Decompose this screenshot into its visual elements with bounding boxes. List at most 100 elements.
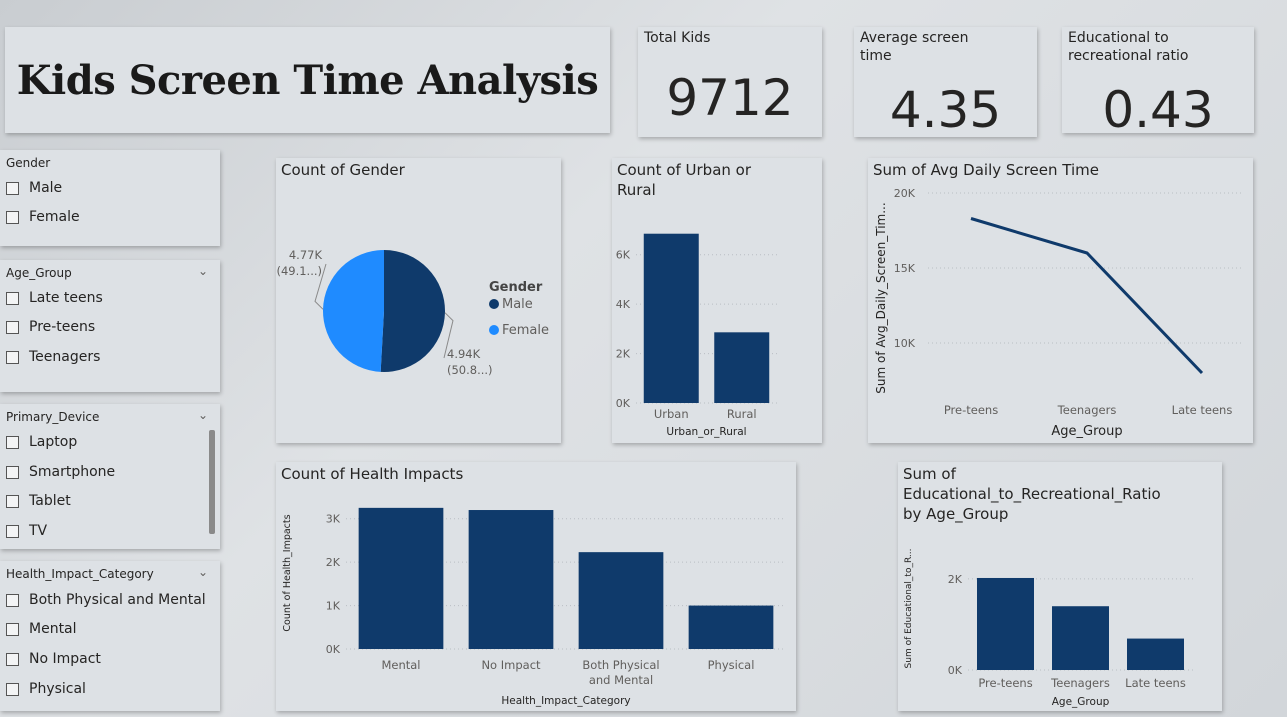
option-label: No Impact (29, 651, 101, 667)
bar (1127, 638, 1184, 670)
y-tick-label: 2K (948, 573, 963, 586)
legend-title: Gender (489, 280, 543, 295)
y-tick-label: 3K (326, 513, 341, 526)
health-impacts-bar-chart: 0K 1K 2K 3K Mental No Impact Both Physicaland … (282, 507, 786, 707)
x-tick-label: Physical (708, 658, 755, 672)
option-label: Tablet (29, 493, 71, 509)
slicer-title: Age_Group (6, 266, 72, 280)
data-label: (50.8...) (447, 363, 493, 377)
y-tick-label: 10K (894, 337, 916, 350)
bar (468, 510, 554, 649)
bar (714, 332, 770, 403)
edu-ratio-visual[interactable]: Sum of Educational_to_Recreational_Ratio… (898, 462, 1222, 711)
kpi-label: Total Kids (644, 30, 711, 46)
checkbox-icon[interactable] (6, 652, 19, 666)
checkbox-icon[interactable] (6, 622, 19, 636)
urban-rural-visual[interactable]: Count of Urban or Rural 0K 2K 4K 6K Urban Rur… (612, 158, 822, 443)
x-tick-label: Teenagers (1050, 676, 1110, 690)
option-label: TV (29, 523, 48, 539)
slicer-title: Gender (6, 156, 51, 170)
y-axis-label: Sum of Educational_to_R... (904, 549, 914, 669)
x-tick-label: Late teens (1172, 403, 1233, 417)
chevron-down-icon[interactable]: ⌄ (198, 264, 208, 278)
slicer-option-female[interactable]: Female (6, 209, 80, 225)
slicer-option-smartphone[interactable]: Smartphone (6, 464, 115, 480)
checkbox-icon[interactable] (6, 494, 19, 508)
slicer-option-male[interactable]: Male (6, 180, 62, 196)
bar (688, 605, 774, 649)
kpi-total-kids[interactable]: Total Kids 9712 (638, 27, 822, 137)
checkbox-icon[interactable] (6, 682, 19, 696)
slicer-age-group: Age_Group ⌄ Late teens Pre-teens Teenage… (0, 260, 220, 392)
health-impacts-visual[interactable]: Count of Health Impacts 0K 1K 2K 3K Mental No… (276, 462, 796, 711)
x-axis-label: Age_Group (1051, 424, 1122, 439)
slicer-option-late-teens[interactable]: Late teens (6, 290, 103, 306)
option-label: Physical (29, 681, 86, 697)
gender-pie-visual[interactable]: Count of Gender 4.94K (50.8...) 4.77K (49.1… (276, 158, 561, 443)
slicer-option-physical[interactable]: Physical (6, 681, 86, 697)
checkbox-icon[interactable] (6, 524, 19, 538)
chevron-down-icon[interactable]: ⌄ (198, 565, 208, 579)
kpi-average-screen-time[interactable]: Average screen time 4.35 (854, 27, 1037, 139)
checkbox-icon[interactable] (6, 465, 19, 479)
pie-slice (323, 250, 384, 372)
y-axis-label: Sum of Avg_Daily_Screen_Tim... (874, 202, 888, 393)
kpi-educational-ratio[interactable]: Educational to recreational ratio 0.43 (1062, 27, 1254, 139)
checkbox-icon[interactable] (6, 435, 19, 449)
option-label: Female (29, 209, 80, 225)
gender-pie-chart: 4.94K (50.8...) 4.77K (49.1...) Gender Male Fe… (276, 248, 549, 377)
slicer-option-pre-teens[interactable]: Pre-teens (6, 319, 95, 335)
checkbox-icon[interactable] (6, 291, 19, 305)
checkbox-icon[interactable] (6, 593, 19, 607)
y-tick-label: 2K (616, 348, 631, 361)
data-label: 4.77K (289, 248, 323, 262)
bar (358, 507, 444, 649)
x-tick-label: Pre-teens (978, 676, 1032, 690)
legend-label: Female (502, 323, 549, 338)
kpi-value: 4.35 (889, 81, 1002, 139)
option-label: Mental (29, 621, 77, 637)
x-tick-label: and Mental (589, 673, 653, 687)
x-axis-label: Health_Impact_Category (501, 695, 630, 707)
bar (643, 233, 699, 403)
x-axis-label: Urban_or_Rural (666, 426, 746, 438)
y-tick-label: 2K (326, 556, 341, 569)
x-tick-label: Mental (381, 658, 420, 672)
slicer-scrollbar[interactable] (209, 430, 215, 534)
y-tick-label: 6K (616, 249, 631, 262)
chevron-down-icon[interactable]: ⌄ (198, 408, 208, 422)
y-tick-label: 0K (616, 397, 631, 410)
kpi-label: Average screen time (860, 30, 969, 64)
slicer-option-no-impact[interactable]: No Impact (6, 651, 101, 667)
legend-marker (489, 299, 499, 309)
checkbox-icon[interactable] (6, 181, 19, 195)
kpi-label: Educational to recreational ratio (1068, 30, 1189, 64)
slicer-option-mental[interactable]: Mental (6, 621, 77, 637)
x-tick-label: Late teens (1125, 676, 1186, 690)
checkbox-icon[interactable] (6, 210, 19, 224)
pie-slice (380, 250, 446, 372)
slicer-option-laptop[interactable]: Laptop (6, 434, 77, 450)
slicer-option-tablet[interactable]: Tablet (6, 493, 71, 509)
legend-label: Male (502, 297, 533, 312)
kpi-value: 0.43 (1102, 81, 1214, 139)
slicer-option-both[interactable]: Both Physical and Mental (6, 592, 206, 608)
y-axis-label: Count of Health_Impacts (282, 514, 293, 631)
x-tick-label: Pre-teens (944, 403, 998, 417)
edu-ratio-bar-chart: 0K 2K Pre-teens Teenagers Late teens Age_Grou… (904, 549, 1193, 708)
x-tick-label: Urban (654, 407, 689, 421)
bar (578, 552, 664, 649)
legend-marker (489, 325, 499, 335)
slicer-option-tv[interactable]: TV (6, 523, 47, 539)
y-tick-label: 1K (326, 600, 341, 613)
kpi-value: 9712 (666, 69, 794, 127)
option-label: Male (29, 180, 63, 196)
series-line (970, 217, 1204, 375)
checkbox-icon[interactable] (6, 320, 19, 334)
slicer-option-teenagers[interactable]: Teenagers (6, 349, 100, 365)
x-tick-label: Teenagers (1057, 403, 1117, 417)
option-label: Teenagers (29, 349, 101, 365)
checkbox-icon[interactable] (6, 350, 19, 364)
x-axis-label: Age_Group (1052, 696, 1110, 708)
screen-time-line-visual[interactable]: Sum of Avg Daily Screen Time 10K 15K 20K Pr… (868, 158, 1253, 443)
